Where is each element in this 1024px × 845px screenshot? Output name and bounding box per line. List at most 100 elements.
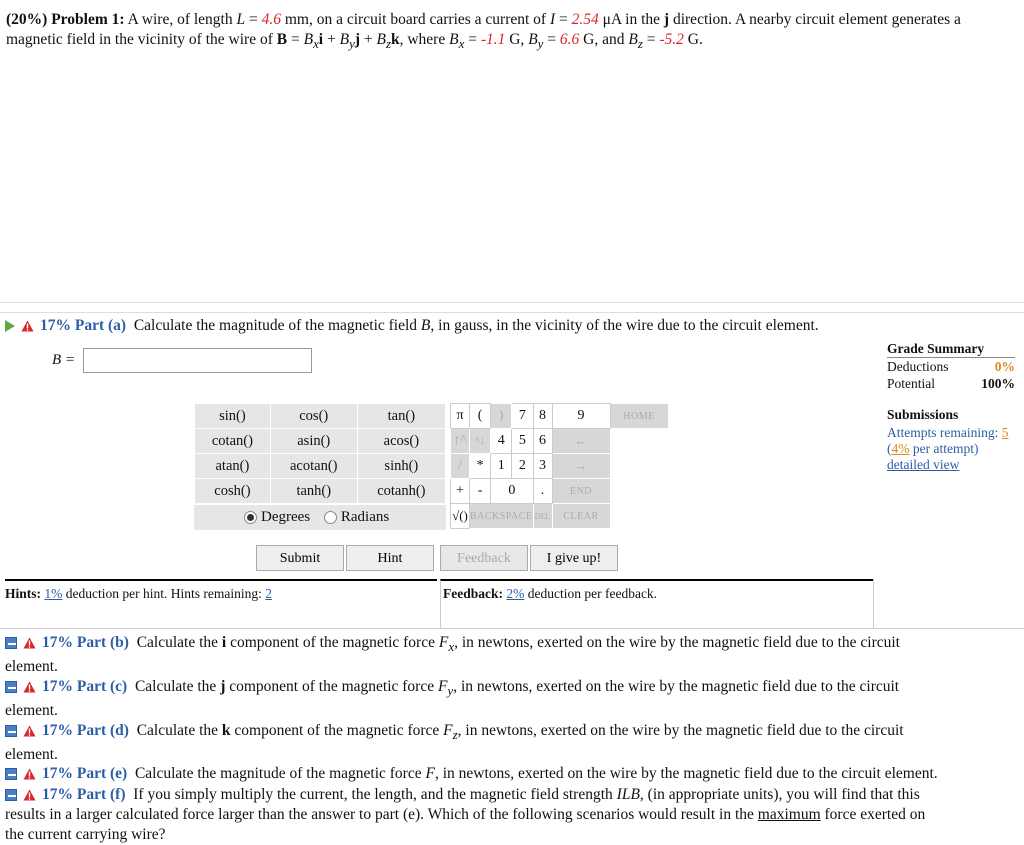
key-down[interactable]: ^↓: [468, 428, 492, 454]
key-2[interactable]: 2: [511, 453, 534, 479]
part-b-text: element.: [5, 658, 58, 676]
key-del[interactable]: DEL: [532, 503, 553, 529]
answer-label: B =: [52, 352, 76, 368]
key-asin[interactable]: asin(): [269, 428, 358, 454]
key-0[interactable]: 0: [490, 478, 534, 504]
key-acotan[interactable]: acotan(): [269, 453, 358, 479]
part-f-percent: 17% Part (f): [42, 786, 126, 803]
radians-radio[interactable]: [323, 511, 337, 525]
key-tan[interactable]: tan(): [356, 403, 447, 429]
part-e-text: , in newtons, exerted on the wire by the…: [434, 765, 938, 782]
radians-option[interactable]: Radians: [323, 509, 389, 525]
part-a-percent: 17% Part (a): [40, 317, 127, 334]
key-star[interactable]: *: [468, 453, 492, 479]
by-symbol: B: [528, 31, 538, 48]
feedback-panel: Feedback: 2% deduction per feedback.: [440, 579, 873, 628]
key-home[interactable]: HOME: [609, 403, 669, 429]
key-1[interactable]: 1: [490, 453, 513, 479]
problem-text: G.: [683, 31, 703, 48]
key-backspace[interactable]: BACKSPACE: [469, 503, 534, 529]
key-up[interactable]: ↑^: [450, 428, 470, 454]
key-atan[interactable]: atan(): [194, 453, 271, 479]
part-f-text: , (in appropriate units), you will find …: [639, 786, 920, 803]
key-cotanh[interactable]: cotanh(): [356, 478, 447, 504]
field-vector: B: [276, 31, 288, 48]
key-minus[interactable]: -: [468, 478, 492, 504]
key-pi[interactable]: π: [450, 403, 470, 429]
part-d-text: Calculate the: [136, 722, 222, 739]
problem-text: +: [359, 31, 377, 48]
collapse-icon[interactable]: [5, 768, 17, 781]
attempts-value: 5: [1001, 425, 1009, 440]
part-c-text: element.: [5, 702, 58, 720]
collapse-icon[interactable]: [5, 725, 17, 738]
hints-text: deduction per hint. Hints remaining:: [62, 586, 266, 601]
force-symbol: F: [438, 634, 449, 651]
key-end[interactable]: END: [551, 478, 611, 504]
key-lparen[interactable]: (: [468, 403, 492, 429]
function-keypad: sin() cos() tan() cotan() asin() acos() …: [194, 403, 447, 504]
key-4[interactable]: 4: [490, 428, 513, 454]
part-d-header[interactable]: 17% Part (d) Calculate the k component o…: [5, 721, 1021, 765]
expand-arrow-icon[interactable]: [5, 320, 15, 333]
degrees-label: Degrees: [261, 509, 311, 525]
by-symbol: B: [339, 31, 350, 48]
key-cosh[interactable]: cosh(): [194, 478, 271, 504]
key-plus[interactable]: +: [450, 478, 470, 504]
problem-text: μA in the: [598, 11, 664, 28]
problem-label: Problem 1:: [51, 11, 125, 28]
key-slash[interactable]: /: [450, 453, 470, 479]
key-sin[interactable]: sin(): [194, 403, 271, 429]
key-cotan[interactable]: cotan(): [194, 428, 271, 454]
key-sinh[interactable]: sinh(): [356, 453, 447, 479]
part-f-header[interactable]: 17% Part (f) If you simply multiply the …: [5, 785, 1021, 845]
key-sqrt[interactable]: √(): [450, 503, 470, 529]
part-d-text: element.: [5, 746, 58, 764]
key-6[interactable]: 6: [532, 428, 553, 454]
collapse-icon[interactable]: [5, 789, 17, 802]
part-c-header[interactable]: 17% Part (c) Calculate the j component o…: [5, 677, 1021, 721]
answer-input[interactable]: [83, 348, 312, 373]
key-9[interactable]: 9: [551, 403, 611, 429]
part-d-text: component of the magnetic force: [230, 722, 444, 739]
collapse-icon[interactable]: [5, 681, 17, 694]
collapse-icon[interactable]: [5, 637, 17, 650]
arrow-right-icon[interactable]: →: [551, 453, 611, 479]
feedback-button[interactable]: Feedback: [440, 545, 528, 571]
feedback-pct: 2%: [506, 586, 525, 601]
key-5[interactable]: 5: [511, 428, 534, 454]
part-a-text: , in gauss, in the vicinity of the wire …: [430, 317, 819, 334]
part-b-text: Calculate the: [136, 634, 222, 651]
key-3[interactable]: 3: [532, 453, 553, 479]
hint-button[interactable]: Hint: [346, 545, 434, 571]
key-rparen[interactable]: ): [490, 403, 513, 429]
key-cos[interactable]: cos(): [269, 403, 358, 429]
key-7[interactable]: 7: [511, 403, 534, 429]
arrow-left-icon[interactable]: ←: [551, 428, 611, 454]
grade-summary-title: Grade Summary: [887, 340, 1015, 358]
problem-text: +: [323, 31, 340, 48]
key-8[interactable]: 8: [532, 403, 553, 429]
submit-button[interactable]: Submit: [256, 545, 344, 571]
key-clear[interactable]: CLEAR: [551, 503, 611, 529]
part-a-header[interactable]: 17% Part (a) Calculate the magnitude of …: [5, 316, 1021, 336]
degrees-option[interactable]: Degrees: [244, 509, 310, 525]
warning-icon: [23, 681, 36, 693]
key-tanh[interactable]: tanh(): [269, 478, 358, 504]
part-e-header[interactable]: 17% Part (e) Calculate the magnitude of …: [5, 764, 1021, 784]
bx-symbol: B: [449, 31, 459, 48]
key-acos[interactable]: acos(): [356, 428, 447, 454]
bz-value: -5.2: [659, 31, 684, 48]
part-e-percent: 17% Part (e): [42, 765, 128, 782]
hints-pct: 1%: [44, 586, 63, 601]
by-value: 6.6: [559, 31, 580, 48]
give-up-button[interactable]: I give up!: [530, 545, 618, 571]
part-b-header[interactable]: 17% Part (b) Calculate the i component o…: [5, 633, 1021, 677]
degrees-radio[interactable]: [244, 511, 257, 525]
detailed-view-link[interactable]: detailed view: [887, 457, 959, 472]
part-b-percent: 17% Part (b): [42, 634, 129, 651]
part-f-text: force exerted on: [820, 806, 926, 823]
warning-icon: [23, 637, 36, 649]
problem-text: =: [642, 31, 660, 48]
key-dot[interactable]: .: [532, 478, 553, 504]
